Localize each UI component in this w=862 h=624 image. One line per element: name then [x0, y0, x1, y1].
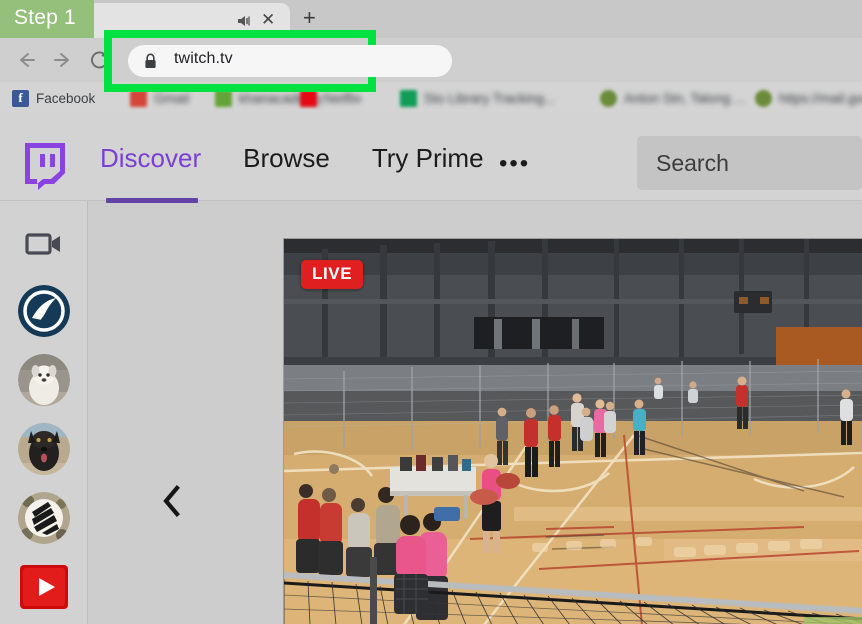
tab-try-prime[interactable]: Try Prime — [372, 143, 484, 176]
close-icon[interactable]: ✕ — [261, 11, 275, 29]
sidebar-item-channel-3[interactable] — [18, 423, 70, 475]
bookmark-sheets-library[interactable]: Sto Library Tracking... — [400, 87, 555, 109]
sidebar-item-channel-5[interactable] — [18, 561, 70, 613]
avatar — [18, 423, 70, 475]
twitch-main-nav: Discover Browse Try Prime — [100, 143, 526, 176]
globe-icon — [600, 90, 617, 107]
ellipsis-icon[interactable]: ••• — [499, 155, 530, 173]
chevron-left-icon[interactable] — [160, 484, 182, 518]
tab-discover[interactable]: Discover — [100, 143, 201, 176]
twitch-glitch-logo[interactable] — [19, 139, 71, 193]
gmail-icon — [130, 90, 147, 107]
globe-icon — [755, 90, 772, 107]
video-camera-icon[interactable] — [18, 221, 70, 273]
facebook-icon: f — [12, 90, 29, 107]
lock-icon — [144, 53, 157, 69]
khan-icon — [215, 90, 232, 107]
avatar — [18, 285, 70, 337]
bookmark-label: Facebook — [36, 91, 95, 106]
video-player[interactable]: LIVE — [283, 238, 862, 624]
speaker-mute-icon[interactable] — [236, 13, 252, 29]
step-badge: Step 1 — [0, 0, 94, 38]
bookmark-label: Netflix — [324, 91, 362, 106]
sidebar-item-channel-1[interactable] — [18, 285, 70, 337]
back-arrow-icon[interactable] — [15, 49, 37, 71]
forward-arrow-icon[interactable] — [52, 49, 74, 71]
bookmark-mail[interactable]: https://mail.goo — [755, 87, 862, 109]
avatar — [18, 354, 70, 406]
live-badge: LIVE — [301, 260, 363, 289]
search-input[interactable]: Search — [637, 136, 862, 190]
bookmark-anton[interactable]: Anton Stn, Talong ... — [600, 87, 745, 109]
bookmark-label: Anton Stn, Talong ... — [624, 91, 745, 106]
bookmark-label: https://mail.goo — [779, 91, 862, 106]
search-placeholder: Search — [656, 150, 729, 177]
active-tab-underline — [106, 198, 198, 203]
avatar — [18, 492, 70, 544]
browser-window: LIVE Discover Browse Try Prime ••• Searc… — [0, 0, 862, 624]
sidebar-item-channel-4[interactable] — [18, 492, 70, 544]
sidebar-item-channel-2[interactable] — [18, 354, 70, 406]
bookmark-facebook[interactable]: f Facebook — [12, 87, 95, 109]
netflix-icon — [300, 90, 317, 107]
bookmark-label: Gmail — [154, 91, 189, 106]
address-bar-url: twitch.tv — [174, 50, 233, 68]
address-bar[interactable]: twitch.tv — [128, 45, 452, 77]
twitch-left-rail — [0, 201, 88, 624]
bookmark-label: Sto Library Tracking... — [424, 91, 555, 106]
tab-browse[interactable]: Browse — [243, 143, 330, 176]
new-tab-button[interactable]: + — [303, 7, 316, 29]
sheets-icon — [400, 90, 417, 107]
avatar — [18, 561, 70, 613]
